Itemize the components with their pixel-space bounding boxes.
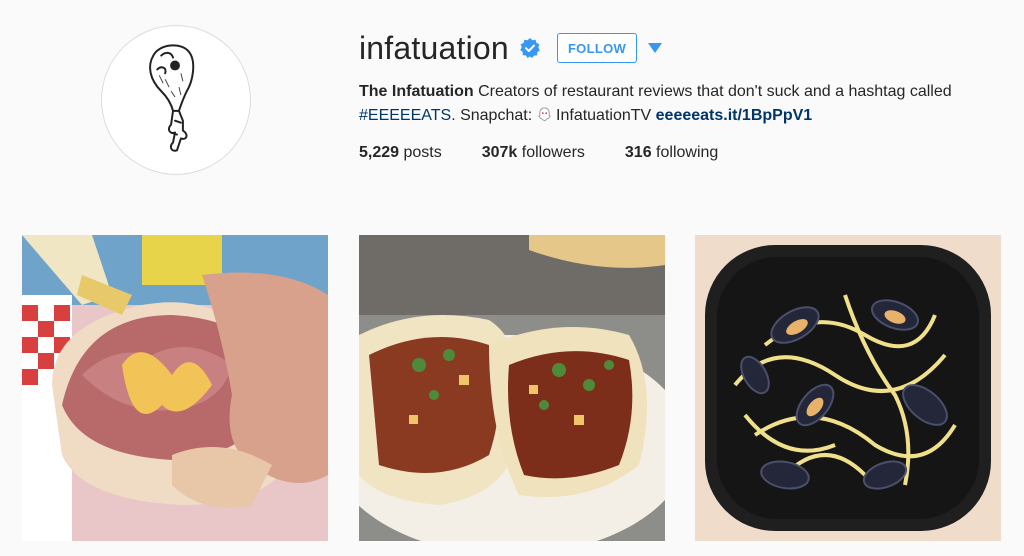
profile-bio: The Infatuation Creators of restaurant r… xyxy=(359,80,999,128)
follow-button[interactable]: FOLLOW xyxy=(557,33,637,63)
following-label: following xyxy=(651,144,719,161)
followers-count: 307k xyxy=(481,144,518,161)
posts-stat: 5,229 posts xyxy=(359,144,442,162)
bio-full-name: The Infatuation xyxy=(359,83,474,100)
posts-label: posts xyxy=(399,144,442,161)
ghost-icon xyxy=(537,107,551,122)
profile-username: infatuation xyxy=(359,30,509,66)
following-stat[interactable]: 316 following xyxy=(625,144,718,162)
verified-badge-icon xyxy=(520,38,540,58)
followers-stat[interactable]: 307k followers xyxy=(482,144,585,162)
posts-count: 5,229 xyxy=(359,144,400,161)
followers-label: followers xyxy=(517,144,585,161)
bio-snapchat-name: InfatuationTV xyxy=(551,107,656,124)
drumstick-illustration xyxy=(149,44,195,152)
bio-hashtag-link[interactable]: #EEEEEATS xyxy=(359,107,451,124)
post-thumbnail-mussels[interactable] xyxy=(695,235,1001,541)
profile-stats: 5,229 posts 307k followers 316 following xyxy=(359,144,758,162)
dropdown-arrow-icon[interactable] xyxy=(647,42,663,54)
post-thumbnail-sandwich[interactable] xyxy=(22,235,328,541)
bio-text: Creators of restaurant reviews that don'… xyxy=(473,83,952,100)
bio-website-link[interactable]: eeeeeats.it/1BpPpV1 xyxy=(656,107,813,124)
post-thumbnail-tacos[interactable] xyxy=(359,235,665,541)
following-count: 316 xyxy=(624,144,652,161)
profile-avatar xyxy=(101,25,251,175)
bio-text-snapchat: . Snapchat: xyxy=(451,107,537,124)
